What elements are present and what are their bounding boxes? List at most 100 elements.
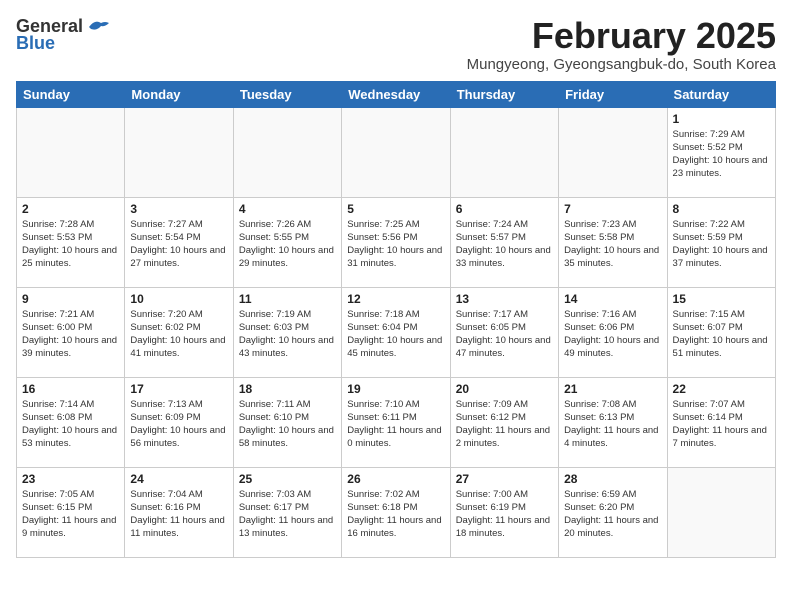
day-info: Sunrise: 7:19 AM Sunset: 6:03 PM Dayligh…	[239, 308, 336, 361]
logo-bird-icon	[87, 19, 109, 35]
location-subtitle: Mungyeong, Gyeongsangbuk-do, South Korea	[467, 56, 776, 73]
day-number: 25	[239, 472, 336, 486]
calendar-cell	[233, 107, 341, 197]
calendar-cell: 9Sunrise: 7:21 AM Sunset: 6:00 PM Daylig…	[17, 287, 125, 377]
day-number: 9	[22, 292, 119, 306]
day-info: Sunrise: 7:28 AM Sunset: 5:53 PM Dayligh…	[22, 218, 119, 271]
calendar-cell: 18 Sunrise: 7:11 AM Sunset: 6:10 PM Dayli…	[233, 377, 341, 467]
day-number: 15	[673, 292, 770, 306]
calendar-cell: 12Sunrise: 7:18 AM Sunset: 6:04 PM Dayli…	[342, 287, 450, 377]
weekday-header-friday: Friday	[559, 81, 667, 107]
day-number: 26	[347, 472, 444, 486]
calendar-cell	[17, 107, 125, 197]
day-info: Sunrise: 7:24 AM Sunset: 5:57 PM Dayligh…	[456, 218, 553, 271]
week-row-2: 2Sunrise: 7:28 AM Sunset: 5:53 PM Daylig…	[17, 197, 776, 287]
calendar-cell: 17Sunrise: 7:13 AM Sunset: 6:09 PM Dayli…	[125, 377, 233, 467]
day-number: 10	[130, 292, 227, 306]
calendar-cell: 14 Sunrise: 7:16 AM Sunset: 6:06 PM Dayli…	[559, 287, 667, 377]
week-row-1: 1 Sunrise: 7:29 AM Sunset: 5:52 PM Daylig…	[17, 107, 776, 197]
day-number: 4	[239, 202, 336, 216]
calendar-cell: 19 Sunrise: 7:10 AM Sunset: 6:11 PM Dayli…	[342, 377, 450, 467]
weekday-header-wednesday: Wednesday	[342, 81, 450, 107]
calendar-cell	[342, 107, 450, 197]
weekday-header-row: SundayMondayTuesdayWednesdayThursdayFrid…	[17, 81, 776, 107]
week-row-4: 16Sunrise: 7:14 AM Sunset: 6:08 PM Dayli…	[17, 377, 776, 467]
day-number: 20	[456, 382, 553, 396]
title-block: February 2025 Mungyeong, Gyeongsangbuk-d…	[467, 16, 776, 73]
calendar-cell: 28Sunrise: 6:59 AM Sunset: 6:20 PM Dayli…	[559, 467, 667, 557]
calendar-cell: 15 Sunrise: 7:15 AM Sunset: 6:07 PM Dayli…	[667, 287, 775, 377]
calendar-cell: 20 Sunrise: 7:09 AM Sunset: 6:12 PM Dayli…	[450, 377, 558, 467]
logo-blue-text: Blue	[16, 33, 55, 54]
calendar-cell	[559, 107, 667, 197]
week-row-5: 23 Sunrise: 7:05 AM Sunset: 6:15 PM Dayli…	[17, 467, 776, 557]
day-info: Sunrise: 7:20 AM Sunset: 6:02 PM Dayligh…	[130, 308, 227, 361]
calendar-cell: 8 Sunrise: 7:22 AM Sunset: 5:59 PM Daylig…	[667, 197, 775, 287]
calendar-cell: 25 Sunrise: 7:03 AM Sunset: 6:17 PM Dayli…	[233, 467, 341, 557]
calendar-cell: 16Sunrise: 7:14 AM Sunset: 6:08 PM Dayli…	[17, 377, 125, 467]
weekday-header-saturday: Saturday	[667, 81, 775, 107]
day-info: Sunrise: 7:04 AM Sunset: 6:16 PM Dayligh…	[130, 488, 227, 541]
weekday-header-sunday: Sunday	[17, 81, 125, 107]
calendar-cell	[450, 107, 558, 197]
day-number: 16	[22, 382, 119, 396]
calendar-cell: 3Sunrise: 7:27 AM Sunset: 5:54 PM Daylig…	[125, 197, 233, 287]
day-number: 13	[456, 292, 553, 306]
calendar-cell: 23 Sunrise: 7:05 AM Sunset: 6:15 PM Dayli…	[17, 467, 125, 557]
day-info: Sunrise: 7:10 AM Sunset: 6:11 PM Dayligh…	[347, 398, 444, 451]
day-number: 23	[22, 472, 119, 486]
calendar-cell: 22 Sunrise: 7:07 AM Sunset: 6:14 PM Dayli…	[667, 377, 775, 467]
day-info: Sunrise: 7:25 AM Sunset: 5:56 PM Dayligh…	[347, 218, 444, 271]
weekday-header-tuesday: Tuesday	[233, 81, 341, 107]
page-header: General Blue February 2025 Mungyeong, Gy…	[16, 16, 776, 73]
calendar-table: SundayMondayTuesdayWednesdayThursdayFrid…	[16, 81, 776, 558]
calendar-cell: 13 Sunrise: 7:17 AM Sunset: 6:05 PM Dayli…	[450, 287, 558, 377]
day-number: 7	[564, 202, 661, 216]
day-number: 5	[347, 202, 444, 216]
calendar-cell: 26 Sunrise: 7:02 AM Sunset: 6:18 PM Dayli…	[342, 467, 450, 557]
day-number: 14	[564, 292, 661, 306]
day-info: Sunrise: 7:11 AM Sunset: 6:10 PM Dayligh…	[239, 398, 336, 451]
day-number: 28	[564, 472, 661, 486]
calendar-cell	[667, 467, 775, 557]
day-info: Sunrise: 7:17 AM Sunset: 6:05 PM Dayligh…	[456, 308, 553, 361]
day-number: 19	[347, 382, 444, 396]
calendar-cell: 27Sunrise: 7:00 AM Sunset: 6:19 PM Dayli…	[450, 467, 558, 557]
day-info: Sunrise: 7:08 AM Sunset: 6:13 PM Dayligh…	[564, 398, 661, 451]
day-info: Sunrise: 7:18 AM Sunset: 6:04 PM Dayligh…	[347, 308, 444, 361]
calendar-cell: 7 Sunrise: 7:23 AM Sunset: 5:58 PM Daylig…	[559, 197, 667, 287]
calendar-cell: 24Sunrise: 7:04 AM Sunset: 6:16 PM Dayli…	[125, 467, 233, 557]
day-info: Sunrise: 7:26 AM Sunset: 5:55 PM Dayligh…	[239, 218, 336, 271]
day-number: 27	[456, 472, 553, 486]
day-number: 11	[239, 292, 336, 306]
logo: General Blue	[16, 16, 109, 54]
calendar-cell: 21 Sunrise: 7:08 AM Sunset: 6:13 PM Dayli…	[559, 377, 667, 467]
calendar-cell: 2Sunrise: 7:28 AM Sunset: 5:53 PM Daylig…	[17, 197, 125, 287]
day-info: Sunrise: 7:29 AM Sunset: 5:52 PM Dayligh…	[673, 128, 770, 181]
day-info: Sunrise: 7:16 AM Sunset: 6:06 PM Dayligh…	[564, 308, 661, 361]
day-info: Sunrise: 7:23 AM Sunset: 5:58 PM Dayligh…	[564, 218, 661, 271]
day-number: 21	[564, 382, 661, 396]
day-info: Sunrise: 7:13 AM Sunset: 6:09 PM Dayligh…	[130, 398, 227, 451]
day-number: 8	[673, 202, 770, 216]
day-info: Sunrise: 7:02 AM Sunset: 6:18 PM Dayligh…	[347, 488, 444, 541]
day-info: Sunrise: 7:15 AM Sunset: 6:07 PM Dayligh…	[673, 308, 770, 361]
calendar-cell: 4 Sunrise: 7:26 AM Sunset: 5:55 PM Daylig…	[233, 197, 341, 287]
calendar-cell: 5 Sunrise: 7:25 AM Sunset: 5:56 PM Daylig…	[342, 197, 450, 287]
day-info: Sunrise: 7:07 AM Sunset: 6:14 PM Dayligh…	[673, 398, 770, 451]
day-number: 1	[673, 112, 770, 126]
day-number: 22	[673, 382, 770, 396]
weekday-header-thursday: Thursday	[450, 81, 558, 107]
day-info: Sunrise: 7:22 AM Sunset: 5:59 PM Dayligh…	[673, 218, 770, 271]
calendar-cell: 10 Sunrise: 7:20 AM Sunset: 6:02 PM Dayli…	[125, 287, 233, 377]
day-number: 6	[456, 202, 553, 216]
day-info: Sunrise: 7:05 AM Sunset: 6:15 PM Dayligh…	[22, 488, 119, 541]
weekday-header-monday: Monday	[125, 81, 233, 107]
month-title: February 2025	[467, 16, 776, 56]
day-info: Sunrise: 7:09 AM Sunset: 6:12 PM Dayligh…	[456, 398, 553, 451]
day-number: 18	[239, 382, 336, 396]
day-number: 3	[130, 202, 227, 216]
day-info: Sunrise: 7:03 AM Sunset: 6:17 PM Dayligh…	[239, 488, 336, 541]
calendar-cell: 6 Sunrise: 7:24 AM Sunset: 5:57 PM Daylig…	[450, 197, 558, 287]
calendar-cell: 11 Sunrise: 7:19 AM Sunset: 6:03 PM Dayli…	[233, 287, 341, 377]
